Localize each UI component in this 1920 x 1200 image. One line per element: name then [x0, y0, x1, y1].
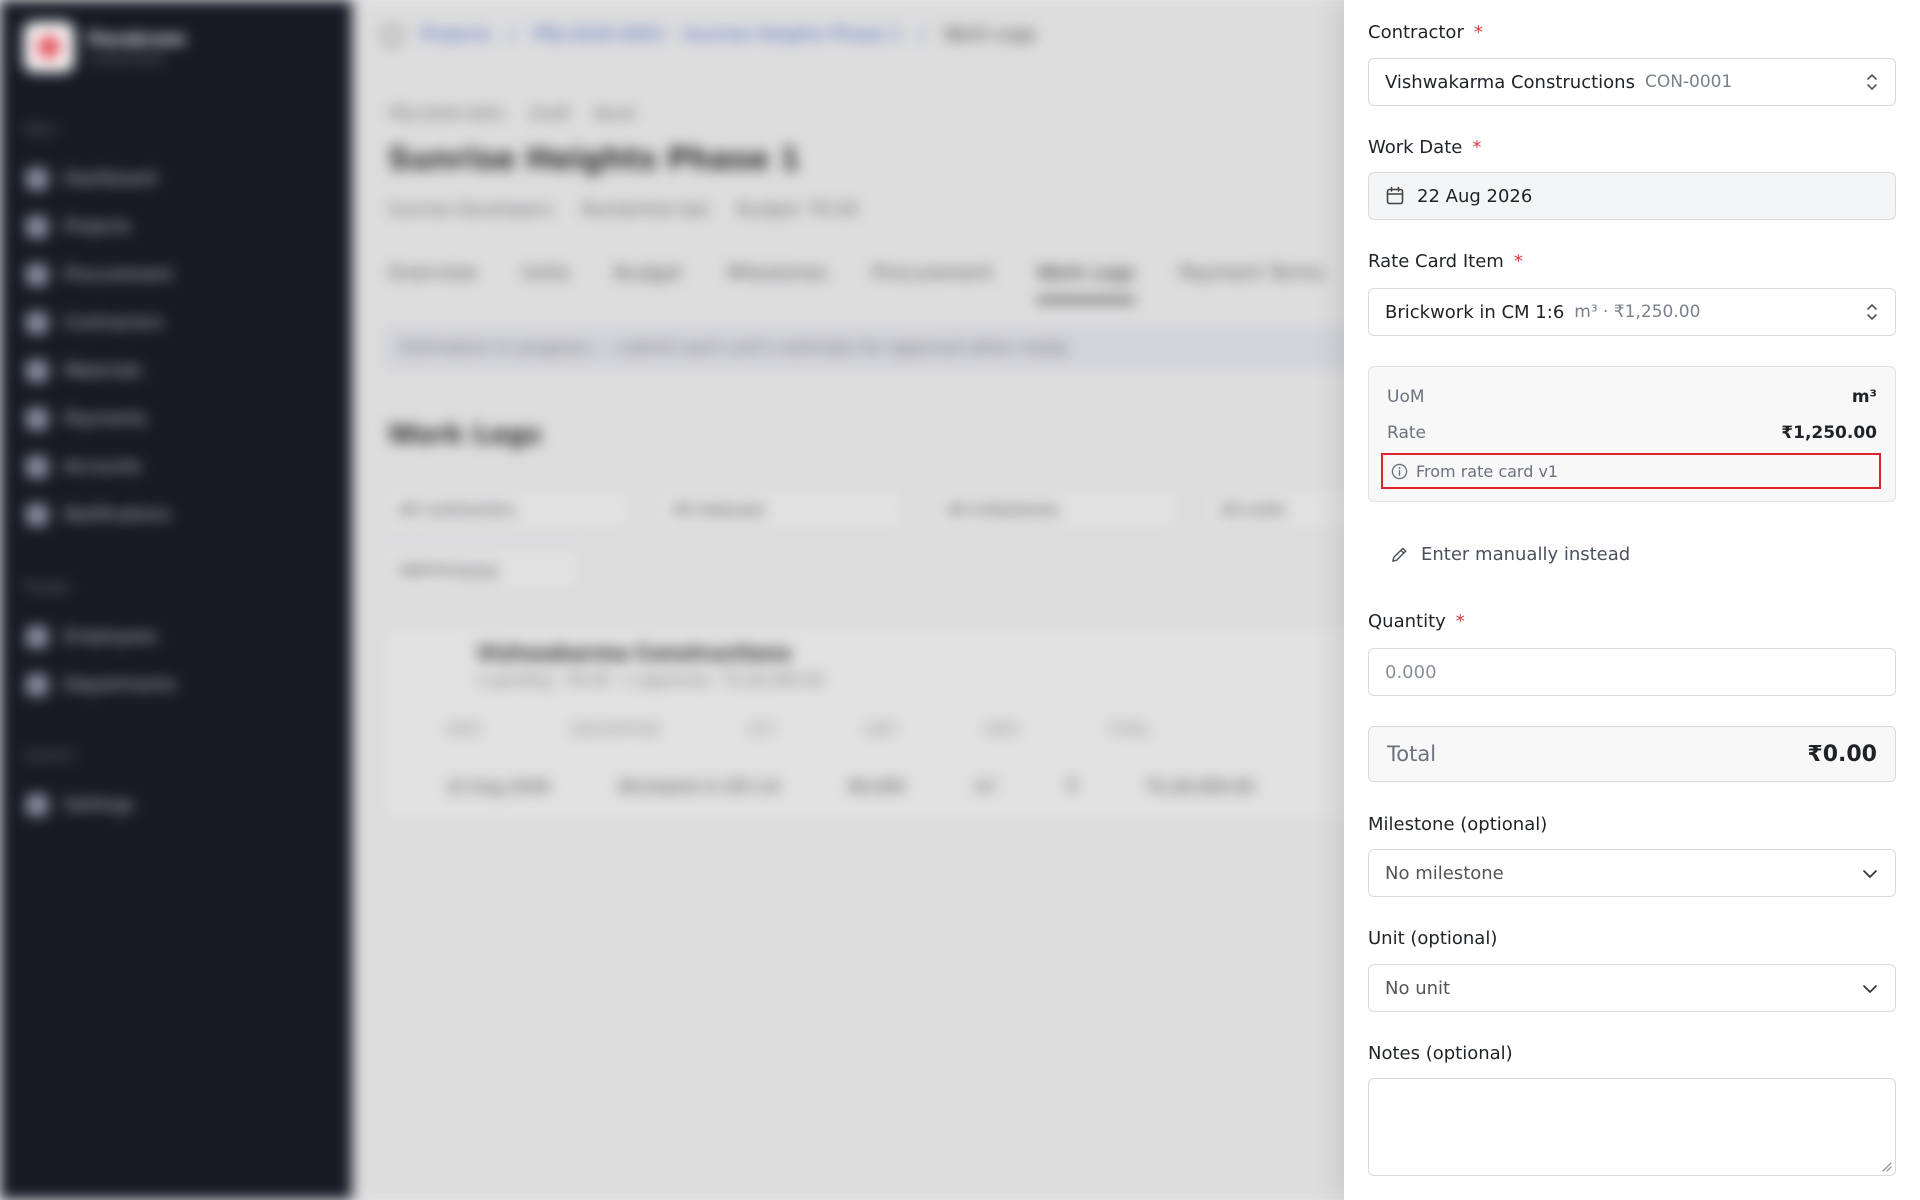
sidebar-section-main: Main — [24, 122, 58, 138]
building-icon — [26, 674, 48, 696]
wallet-icon — [26, 456, 48, 478]
notes-textarea[interactable] — [1368, 1078, 1896, 1176]
quantity-input[interactable]: 0.000 — [1368, 648, 1896, 696]
total-box: Total ₹0.00 — [1368, 726, 1896, 782]
contractor-select[interactable]: Vishwakarma Constructions CON-0001 — [1368, 58, 1896, 106]
sidebar-item-departments[interactable]: Departments — [26, 674, 176, 696]
dashboard-icon — [26, 168, 48, 190]
total-value: ₹0.00 — [1807, 741, 1877, 767]
work-date-value: 22 Aug 2026 — [1417, 185, 1533, 207]
work-log-drawer: Contractor * Vishwakarma Constructions CO… — [1344, 0, 1920, 1200]
card-icon — [26, 408, 48, 430]
brand: Parakram Construction — [24, 22, 186, 72]
enter-manually-label: Enter manually instead — [1421, 544, 1631, 565]
milestone-value: No milestone — [1385, 862, 1504, 884]
resize-handle-icon[interactable] — [1880, 1160, 1892, 1172]
sidebar-item-employees[interactable]: Employees — [26, 626, 157, 648]
work-date-label: Work Date * — [1368, 137, 1482, 158]
uom-value: m³ — [1851, 387, 1877, 407]
bell-icon — [26, 504, 48, 526]
users-icon — [26, 312, 48, 334]
uom-row: UoM m³ — [1387, 387, 1877, 407]
rate-source-text: From rate card v1 — [1416, 461, 1559, 481]
rate-value: ₹1,250.00 — [1781, 423, 1877, 443]
sidebar-item-projects[interactable]: Projects — [26, 216, 131, 238]
sidebar-section-system: System — [24, 748, 77, 764]
required-marker: * — [1473, 22, 1483, 43]
brand-subtitle: Construction — [88, 51, 165, 66]
rate-label: Rate — [1387, 423, 1426, 443]
sidebar-item-accounts[interactable]: Accounts — [26, 456, 142, 478]
info-icon — [1391, 463, 1408, 479]
unit-label: Unit (optional) — [1368, 928, 1498, 949]
total-label: Total — [1387, 742, 1437, 766]
quantity-label: Quantity * — [1368, 611, 1465, 632]
brand-name: Parakram — [88, 28, 186, 50]
contractor-code: CON-0001 — [1644, 72, 1733, 92]
unit-select[interactable]: No unit — [1368, 964, 1896, 1012]
folder-icon — [26, 216, 48, 238]
rate-card-select[interactable]: Brickwork in CM 1:6 m³ · ₹1,250.00 — [1368, 288, 1896, 336]
gear-icon — [26, 794, 48, 816]
brand-logo-icon — [24, 22, 74, 72]
chevron-down-icon — [1863, 870, 1877, 878]
unit-value: No unit — [1385, 977, 1451, 999]
sidebar-item-notifications[interactable]: Notifications — [26, 504, 170, 526]
user-icon — [26, 626, 48, 648]
sidebar-section-people: People — [24, 580, 71, 596]
calendar-icon — [1386, 186, 1404, 205]
sidebar-item-procurement[interactable]: Procurement — [26, 264, 173, 286]
contractor-value: Vishwakarma Constructions — [1385, 71, 1635, 93]
rate-source-note: From rate card v1 — [1381, 453, 1881, 489]
rate-card-label: Rate Card Item * — [1368, 251, 1523, 272]
sidebar: Parakram Construction Main Dashboard Pro… — [0, 0, 352, 1200]
rate-info-box: UoM m³ Rate ₹1,250.00 From rate card v1 — [1368, 366, 1896, 502]
sidebar-item-dashboard[interactable]: Dashboard — [26, 168, 156, 190]
required-marker: * — [1513, 251, 1523, 272]
required-marker: * — [1472, 137, 1482, 158]
chevron-up-down-icon — [1867, 74, 1877, 90]
rate-card-value: Brickwork in CM 1:6 — [1385, 301, 1565, 323]
notes-label: Notes (optional) — [1368, 1043, 1513, 1064]
sidebar-item-contractors[interactable]: Contractors — [26, 312, 163, 334]
box-icon — [26, 360, 48, 382]
required-marker: * — [1455, 611, 1465, 632]
work-date-input[interactable]: 22 Aug 2026 — [1368, 172, 1896, 220]
chevron-up-down-icon — [1867, 304, 1877, 320]
milestone-label: Milestone (optional) — [1368, 814, 1548, 835]
enter-manually-button[interactable]: Enter manually instead — [1390, 544, 1630, 565]
contractor-label: Contractor * — [1368, 22, 1483, 43]
pencil-icon — [1392, 547, 1407, 562]
sidebar-item-settings[interactable]: Settings — [26, 794, 134, 816]
uom-label: UoM — [1387, 387, 1425, 407]
rate-row: Rate ₹1,250.00 — [1387, 423, 1877, 443]
cart-icon — [26, 264, 48, 286]
sidebar-item-payments[interactable]: Payments — [26, 408, 147, 430]
milestone-select[interactable]: No milestone — [1368, 849, 1896, 897]
chevron-down-icon — [1863, 985, 1877, 993]
quantity-placeholder: 0.000 — [1385, 661, 1437, 683]
rate-card-meta: m³ · ₹1,250.00 — [1574, 302, 1701, 322]
sidebar-item-materials[interactable]: Materials — [26, 360, 142, 382]
